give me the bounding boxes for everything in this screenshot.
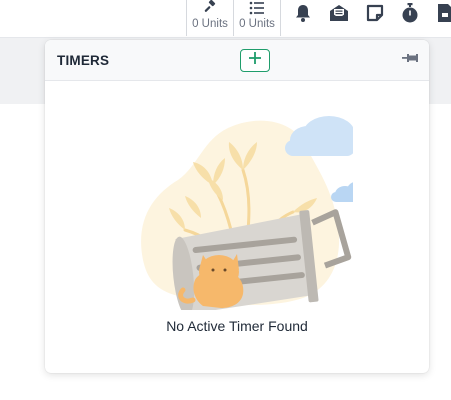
timers-button[interactable] [397,2,423,28]
units-gavel-button[interactable]: 0 Units [186,0,233,36]
sticky-note-icon [365,3,385,28]
bell-icon [293,3,313,28]
units-divider [280,0,281,36]
timers-panel-header: TIMERS [45,40,429,81]
pin-icon [402,51,418,69]
empty-state-illustration [133,100,371,317]
units-group: 0 Units 0 Units [186,0,281,36]
list-icon [249,0,265,16]
empty-state-message: No Active Timer Found [166,318,308,334]
file-icon [436,2,451,29]
gavel-icon [202,0,218,16]
add-timer-button[interactable] [240,49,270,72]
plus-icon [248,51,262,70]
documents-button[interactable] [432,2,451,28]
notifications-button[interactable] [290,2,316,28]
units-gavel-label: 0 Units [192,18,228,30]
top-navbar: 0 Units 0 Units [0,0,451,38]
envelope-open-icon [328,3,350,28]
messages-button[interactable] [326,2,352,28]
timers-panel-title: TIMERS [57,53,110,68]
timers-panel: TIMERS No Active Timer Found [45,40,429,373]
units-list-button[interactable]: 0 Units [233,0,280,36]
notes-button[interactable] [362,2,388,28]
pin-panel-button[interactable] [401,53,419,67]
units-list-label: 0 Units [239,18,275,30]
stopwatch-icon [400,2,420,29]
